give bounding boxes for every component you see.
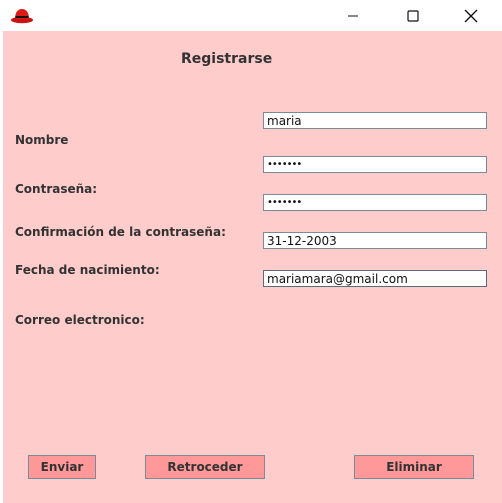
red-fedora-icon	[9, 5, 35, 25]
maximize-button[interactable]	[390, 0, 436, 31]
correo-label: Correo electronico:	[15, 313, 145, 327]
correo-field[interactable]	[263, 270, 487, 287]
retroceder-button[interactable]: Retroceder	[145, 455, 265, 479]
confirmacion-field[interactable]	[263, 194, 487, 211]
registration-window: Registrarse Nombre Contraseña: Confirmac…	[0, 0, 502, 503]
form-title: Registrarse	[181, 51, 273, 67]
contrasena-label: Contraseña:	[15, 182, 98, 196]
window-edge	[0, 31, 3, 503]
nombre-field[interactable]	[263, 112, 487, 129]
maximize-icon	[407, 9, 419, 22]
eliminar-button[interactable]: Eliminar	[354, 455, 474, 479]
nombre-label: Nombre	[15, 133, 69, 147]
minimize-button[interactable]	[330, 0, 376, 31]
enviar-button[interactable]: Enviar	[28, 455, 96, 479]
close-icon	[464, 9, 478, 23]
minimize-icon	[347, 10, 359, 22]
fecha-nacimiento-label: Fecha de nacimiento:	[15, 263, 160, 277]
title-bar	[0, 0, 502, 31]
confirmacion-label: Confirmación de la contraseña:	[15, 225, 226, 239]
fecha-nacimiento-field[interactable]	[263, 232, 487, 249]
close-button[interactable]	[448, 0, 494, 31]
contrasena-field[interactable]	[263, 156, 487, 173]
